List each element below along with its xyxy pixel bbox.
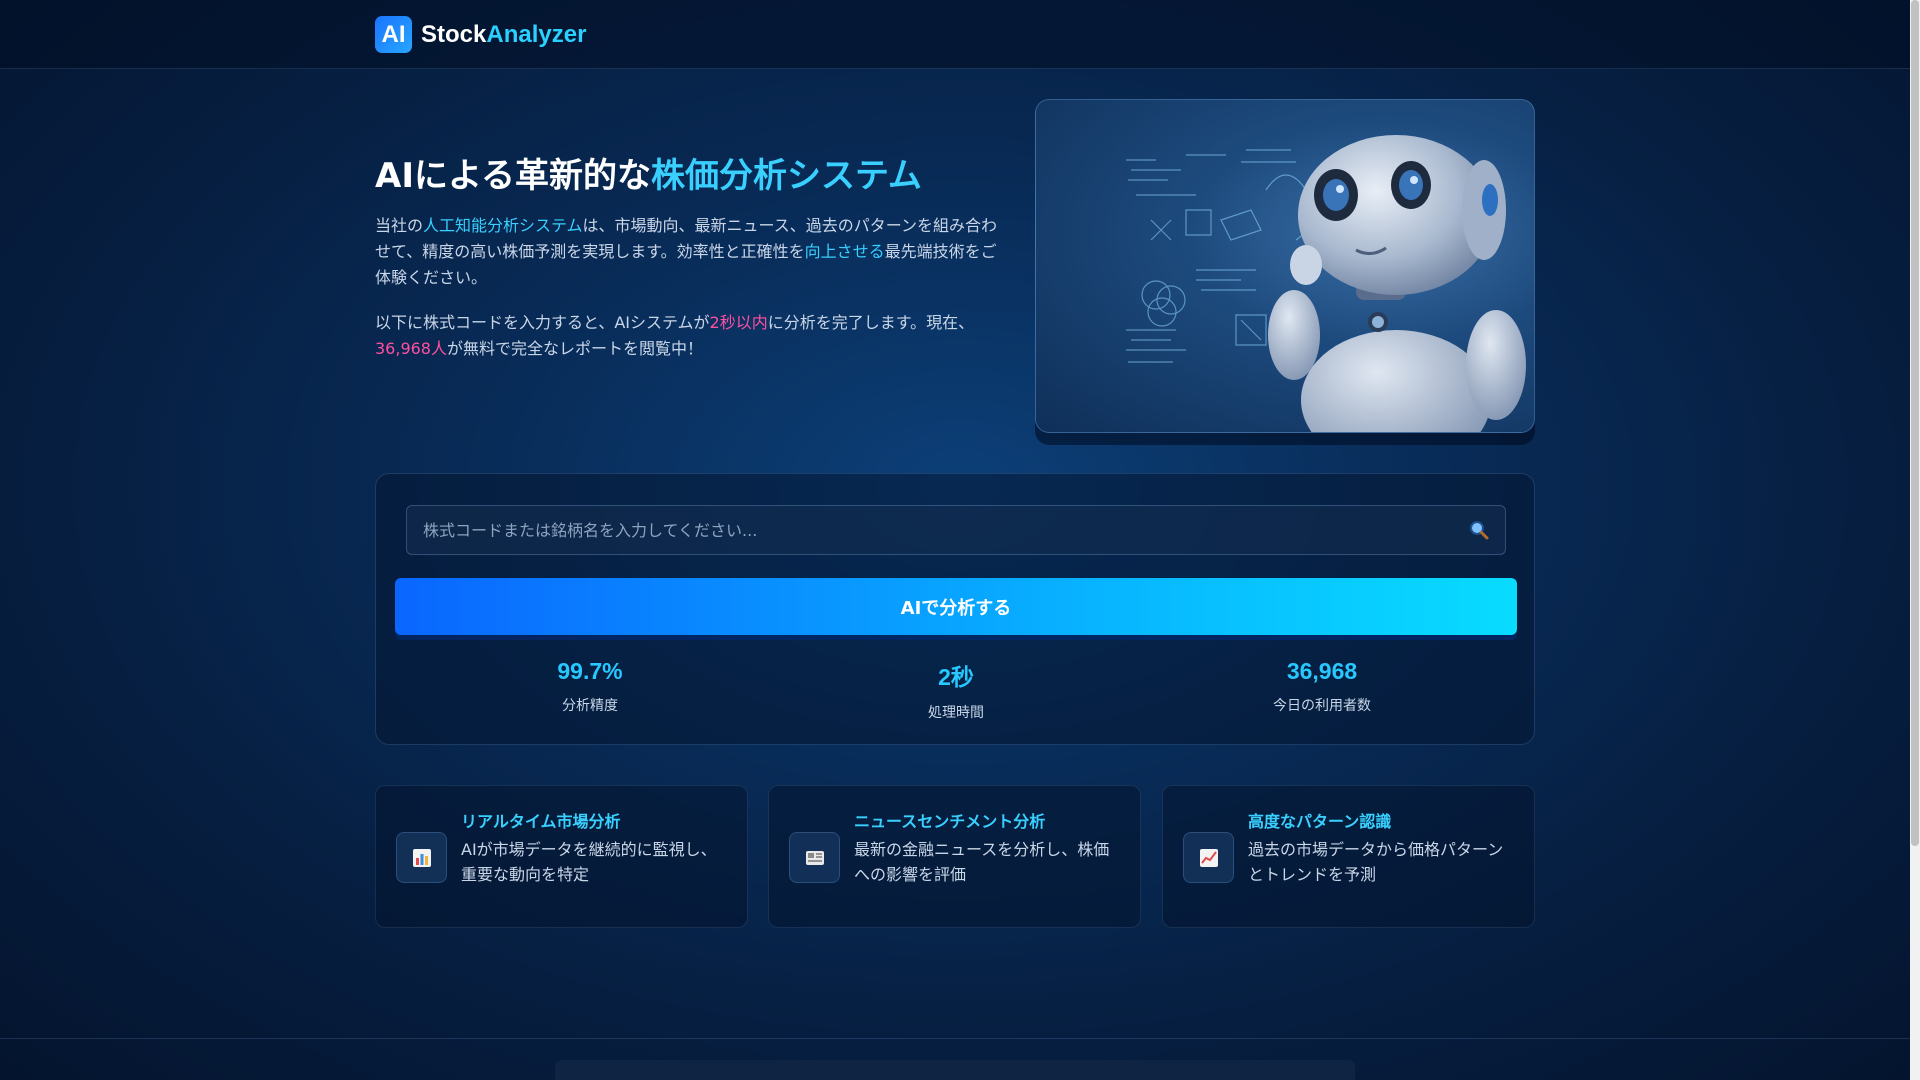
cta-text: 以下に株式コードを入力すると、AIシステムが: [375, 313, 710, 332]
footer-bar: [555, 1060, 1355, 1080]
footer-divider: [0, 1038, 1910, 1039]
hero-title-part2: 株価分析システム: [650, 156, 922, 196]
trend-chart-icon: [1183, 832, 1234, 883]
hero-cta-text: 以下に株式コードを入力すると、AIシステムが2秒以内に分析を完了します。現在、 3…: [375, 310, 1000, 362]
robot-illustration: [1126, 135, 1526, 432]
feature-card-pattern: 高度なパターン認識 過去の市場データから価格パターンとトレンドを予測: [1162, 785, 1535, 928]
search-icon[interactable]: [1468, 519, 1490, 541]
page: AI StockAnalyzer AIによる革新的な株価分析システム 当社の人工…: [0, 0, 1910, 1080]
stat-value: 2秒: [938, 664, 974, 690]
stat-label: 処理時間: [928, 705, 984, 721]
cta-highlight-users: 36,968人: [375, 339, 447, 358]
feature-title: ニュースセンチメント分析: [854, 812, 1046, 831]
cta-text: に分析を完了します。現在、: [767, 313, 975, 332]
stat-value: 99.7%: [557, 658, 623, 684]
brand-name-part2: Analyzer: [486, 20, 587, 48]
stat-processing-time: 2秒 処理時間: [856, 658, 1056, 722]
stat-accuracy: 99.7% 分析精度: [490, 658, 690, 715]
brand-logo[interactable]: AI StockAnalyzer: [375, 16, 586, 53]
brand-name: StockAnalyzer: [421, 21, 586, 49]
desc-text: 当社の: [375, 216, 424, 235]
brand-name-part1: Stock: [421, 20, 487, 48]
hero-description: 当社の人工知能分析システムは、市場動向、最新ニュース、過去のパターンを組み合わせ…: [375, 213, 1000, 291]
ai-robot-image: [1035, 99, 1535, 433]
feature-desc: 過去の市場データから価格パターンとトレンドを予測: [1248, 840, 1504, 884]
desc-highlight: 人工知能分析システム: [423, 216, 583, 235]
newspaper-icon: [789, 832, 840, 883]
stock-search-input[interactable]: [406, 505, 1506, 555]
stat-label: 今日の利用者数: [1273, 698, 1371, 714]
feature-title: リアルタイム市場分析: [461, 812, 621, 831]
scrollbar-thumb[interactable]: [1911, 0, 1919, 846]
feature-card-news: ニュースセンチメント分析 最新の金融ニュースを分析し、株価への影響を評価: [768, 785, 1141, 928]
analyze-button[interactable]: AIで分析する: [395, 578, 1517, 635]
feature-card-realtime: リアルタイム市場分析 AIが市場データを継続的に監視し、重要な動向を特定: [375, 785, 748, 928]
desc-highlight: 向上させる: [804, 242, 885, 261]
cta-highlight-time: 2秒以内: [709, 313, 768, 332]
stat-label: 分析精度: [562, 698, 618, 714]
top-navbar: AI StockAnalyzer: [0, 0, 1910, 69]
analyzer-panel: AIで分析する 99.7% 分析精度 2秒 処理時間 36,968 今日の利用者…: [375, 473, 1535, 745]
hero-title-part1: AIによる革新的な: [375, 156, 651, 196]
feature-desc: AIが市場データを継続的に監視し、重要な動向を特定: [461, 840, 717, 884]
feature-desc: 最新の金融ニュースを分析し、株価への影響を評価: [854, 840, 1110, 884]
feature-title: 高度なパターン認識: [1248, 812, 1392, 831]
hero-title: AIによる革新的な株価分析システム: [375, 148, 922, 197]
bar-chart-icon: [396, 832, 447, 883]
stat-value: 36,968: [1286, 658, 1358, 684]
brand-badge: AI: [375, 16, 412, 53]
stat-users-today: 36,968 今日の利用者数: [1222, 658, 1422, 715]
cta-text: が無料で完全なレポートを閲覧中！: [447, 339, 704, 358]
